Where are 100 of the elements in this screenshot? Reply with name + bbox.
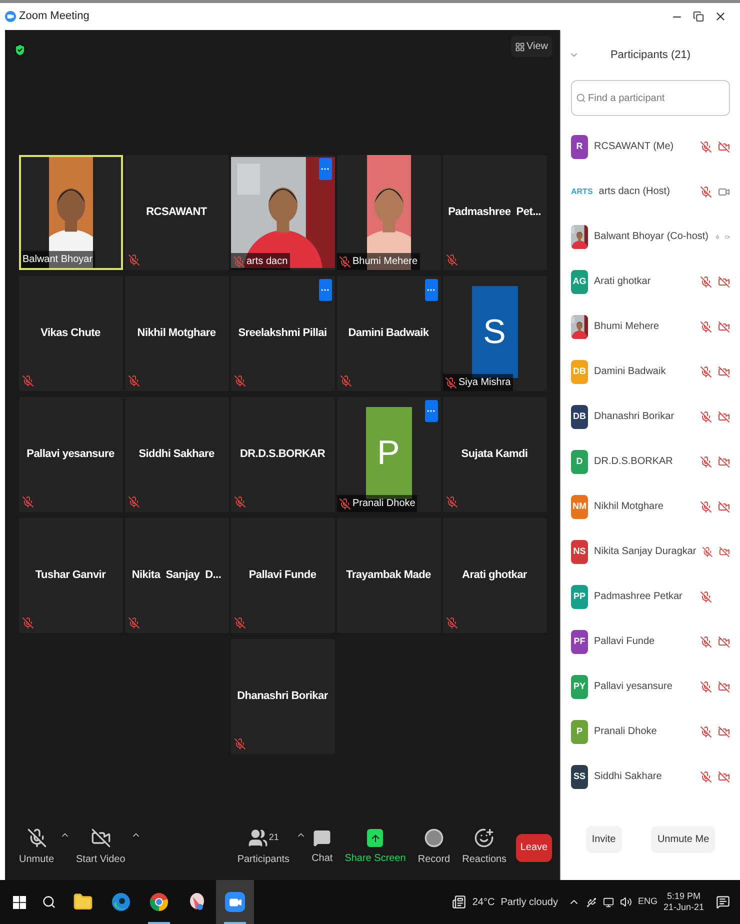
start-icon[interactable]	[13, 896, 26, 908]
search-icon	[576, 93, 586, 103]
muted-mic-icon	[26, 828, 46, 848]
avatar: DB	[571, 360, 588, 384]
participant-name: Siddhi Sakhare	[594, 770, 663, 784]
participant-name: Padmashree Petkar	[594, 590, 684, 604]
weather-text: Partly cloudy	[500, 896, 558, 910]
video-app-icon[interactable]	[225, 892, 245, 912]
participant-name: Padmashree Pet...	[448, 205, 541, 220]
more-options-button[interactable]	[424, 400, 438, 422]
participant-name: arts dacn (Host)	[598, 185, 671, 199]
people-icon	[248, 828, 268, 848]
participant-name: Pallavi yesansure	[26, 447, 114, 462]
participant-name: Damini Badwaik	[594, 365, 667, 379]
avatar: DB	[571, 404, 588, 428]
participant-name: Nikhil Motghare	[137, 326, 216, 342]
participant-name: Pallavi yesansure	[594, 680, 674, 694]
toolbar-button[interactable]: Chat	[306, 829, 339, 866]
participant-name: Sujata Kamdi	[461, 447, 528, 462]
restore-icon[interactable]	[693, 11, 704, 22]
app-icon	[5, 11, 16, 22]
avatar: PY	[571, 674, 588, 698]
participant-count: 21	[268, 831, 279, 844]
participant-name: Balwant Bhoyar (Co-host)	[594, 230, 708, 244]
avatar: AG	[571, 270, 588, 294]
participant-name: RCSAWANT (Me)	[594, 140, 675, 154]
temperature: 24°C	[472, 896, 495, 910]
chat-icon	[313, 829, 332, 847]
participant-name: Pranali Dhoke	[594, 725, 658, 739]
volume-icon[interactable]	[620, 896, 632, 908]
clock-date: 21-Jun-21	[663, 902, 704, 914]
participant-name: Siddhi Sakhare	[138, 447, 214, 462]
avatar: S	[472, 286, 518, 378]
participant-name: Balwant Bhoyar	[22, 253, 93, 267]
participant-name: Pallavi Funde	[248, 568, 316, 584]
more-options-button[interactable]	[318, 158, 332, 180]
panel-button[interactable]: Unmute Me	[651, 826, 716, 853]
participant-name: Pranali Dhoke	[352, 497, 416, 511]
toolbar-button[interactable]: Record	[412, 828, 456, 867]
participant-name: Bhumi Mehere	[594, 320, 660, 334]
window-title: Zoom Meeting	[19, 9, 90, 24]
panel-button[interactable]: Invite	[586, 826, 622, 853]
clock-time: 5:19 PM	[666, 890, 700, 902]
participant-name: RCSAWANT	[146, 205, 207, 220]
paint-app-icon[interactable]	[187, 892, 207, 912]
participant-name: Nikhil Motghare	[594, 500, 664, 514]
avatar: NM	[571, 494, 588, 518]
participant-name: Nikita Sanjay Duragkar	[594, 545, 696, 559]
avatar: PF	[571, 630, 588, 654]
participant-name: Dhanashri Borikar	[594, 410, 676, 424]
participant-name: DR.D.S.BORKAR	[240, 447, 326, 462]
toolbar-button[interactable]: Share Screen	[338, 829, 412, 866]
search-icon[interactable]	[42, 895, 56, 909]
avatar: SS	[571, 764, 588, 788]
avatar-logo: ARTS	[571, 186, 593, 198]
toolbar-button[interactable]: Start Video	[70, 828, 132, 867]
participant-name: Siya Mishra	[458, 376, 511, 390]
more-options-button[interactable]	[424, 279, 438, 301]
toolbar-button[interactable]: 21 Participants	[231, 828, 296, 867]
avatar: PP	[571, 584, 588, 608]
close-icon[interactable]	[714, 10, 727, 23]
notifications-icon[interactable]	[716, 895, 730, 909]
participant-name: Nikita Sanjay D...	[132, 568, 222, 584]
avatar: NS	[571, 540, 588, 564]
leave-button[interactable]: Leave	[516, 834, 552, 862]
avatar: D	[571, 450, 588, 474]
view-button[interactable]: View	[510, 36, 552, 57]
browser-icon[interactable]	[111, 892, 131, 912]
more-options-button[interactable]	[318, 279, 332, 301]
reactions-icon	[474, 828, 494, 848]
toolbar-button[interactable]: Unmute	[13, 828, 60, 867]
security-shield-icon	[13, 42, 27, 58]
participant-name: Vikas Chute	[40, 326, 100, 342]
folder-icon[interactable]	[73, 892, 93, 912]
taskbar-app[interactable]	[216, 880, 254, 924]
grid-icon	[514, 42, 524, 52]
avatar: P	[366, 407, 412, 499]
participant-name: Tushar Ganvir	[35, 568, 106, 584]
share-screen-icon	[367, 829, 384, 847]
participant-name: Pallavi Funde	[594, 635, 656, 649]
usb-icon[interactable]	[586, 896, 597, 908]
panel-title: Participants (21)	[609, 48, 692, 63]
participant-name: Sreelakshmi Pillai	[238, 326, 327, 342]
video-off-icon	[90, 828, 111, 848]
browser-icon[interactable]	[149, 892, 169, 912]
participant-name: Arati ghotkar	[594, 275, 652, 289]
avatar: R	[571, 134, 588, 158]
participant-name: Dhanashri Borikar	[237, 689, 328, 704]
search-field[interactable]: Find a participant	[571, 80, 730, 116]
participant-name: Damini Badwaik	[348, 326, 429, 342]
participant-name: arts dacn	[246, 255, 288, 269]
participant-name: Bhumi Mehere	[352, 255, 418, 269]
news-icon[interactable]	[452, 895, 466, 909]
participant-name: DR.D.S.BORKAR	[594, 455, 674, 469]
participant-name: Trayambak Made	[346, 568, 431, 584]
avatar: P	[571, 720, 588, 744]
network-icon[interactable]	[602, 896, 614, 908]
language-indicator[interactable]: ENG	[638, 895, 658, 909]
toolbar-button[interactable]: Reactions	[456, 828, 513, 867]
participant-name: Arati ghotkar	[462, 568, 527, 584]
